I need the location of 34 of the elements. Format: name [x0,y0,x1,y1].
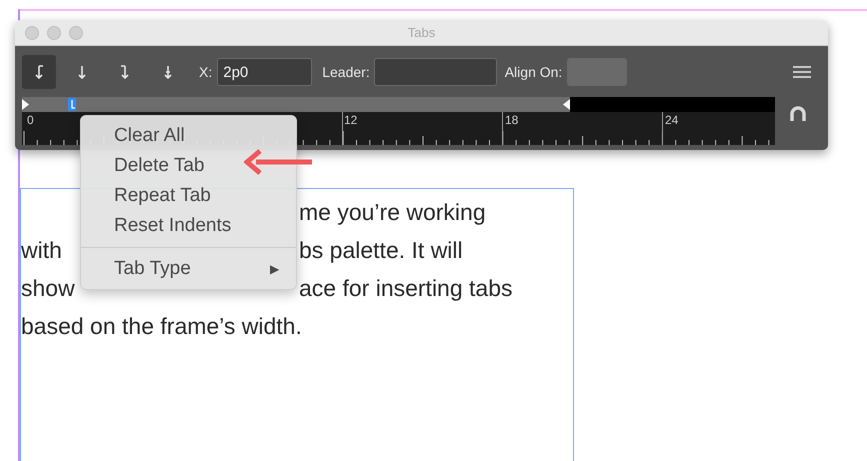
body-text: bs palette. It will [299,236,463,265]
body-text: with [21,236,62,263]
ruler-label: 18 [505,114,518,126]
body-text: show [21,274,75,301]
leader-field[interactable] [374,58,497,86]
menu-item-label: Tab Type [114,256,191,281]
submenu-arrow: ▶ [270,261,279,278]
tab-stop-icon [119,64,131,80]
ruler-label: 24 [665,114,678,126]
ruler-label: 0 [27,114,34,126]
field-label: X: [199,62,212,82]
tab-stop-marker-icon[interactable] [68,98,76,111]
magnet-icon[interactable] [789,105,807,121]
menu-icon[interactable] [793,66,811,78]
tab-stop-track[interactable] [22,97,775,112]
tab-stop-icon [33,64,45,80]
menu-item[interactable]: Delete Tab [81,151,296,181]
tab-stop-icon [162,64,174,80]
pointer-arrow-icon [244,149,314,175]
x-position-field[interactable]: 2p0 [217,58,312,86]
submenu-item[interactable]: Tab Type ▶ [81,254,296,284]
body-text: based on the frame’s width. [21,312,302,339]
menu-item[interactable]: Reset Indents [81,211,296,241]
field-label: Leader: [322,62,370,82]
tab-alignment-button[interactable] [22,55,56,89]
window-title: Tabs [408,24,436,42]
field-label: Align On: [504,62,562,82]
body-text: me you’re working [299,198,486,227]
menu-item[interactable]: Repeat Tab [81,181,296,211]
indent-marker-icon[interactable] [22,99,29,110]
ruler-label: 12 [344,114,358,126]
menu-item[interactable]: Clear All [81,121,296,151]
tab-stop-icon [76,64,88,80]
body-text: ace for inserting tabs [299,274,513,303]
